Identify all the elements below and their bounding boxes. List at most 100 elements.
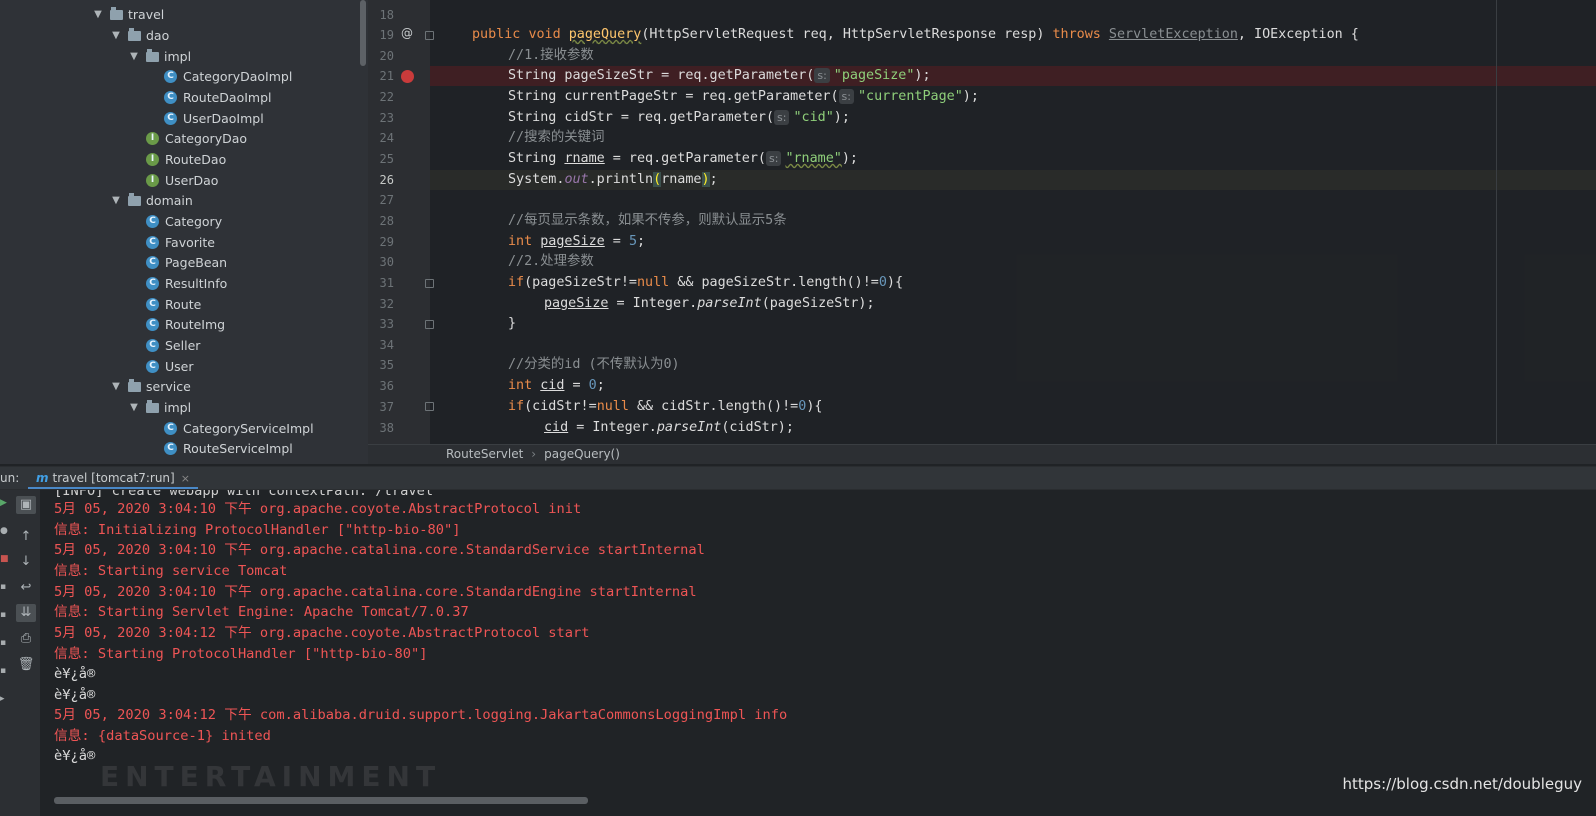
settings-icon[interactable]: ▪ [0, 666, 8, 676]
stop-icon[interactable]: ■ [0, 554, 9, 564]
line-number: 34 [379, 338, 394, 352]
arrow-down-icon[interactable]: ↓ [16, 553, 36, 571]
console-line: 5月 05, 2020 3:04:12 下午 org.apache.coyote… [54, 625, 590, 641]
restore-icon[interactable]: ▪ [0, 582, 8, 592]
tree-node-routeimg[interactable]: C RouteImg [146, 314, 225, 335]
console-line: 信息: Starting ProtocolHandler ["http-bio-… [54, 646, 428, 662]
tree-node-route[interactable]: C Route [146, 294, 201, 315]
tree-label: CategoryDaoImpl [183, 69, 293, 84]
tree-node-domain[interactable]: ▼ domain [110, 190, 193, 211]
run-tab-travel[interactable]: m travel [tomcat7:run] × [28, 467, 198, 489]
tree-node-seller[interactable]: C Seller [146, 335, 200, 356]
code-line-35[interactable]: //分类的id (不传默认为0) [508, 355, 680, 375]
close-panel-icon[interactable]: ▸ [0, 694, 8, 704]
code-line-19[interactable]: public void pageQuery(HttpServletRequest… [472, 25, 1359, 45]
code-line-23[interactable]: String cidStr = req.getParameter(s: "cid"… [508, 108, 850, 128]
debug-icon[interactable]: ● [0, 526, 8, 536]
console-view-icon[interactable]: ▣ [16, 496, 36, 514]
class-icon: C [164, 91, 177, 104]
tree-node-service[interactable]: ▼ service [110, 376, 191, 397]
close-icon[interactable]: × [181, 472, 190, 485]
code-line-22[interactable]: String currentPageStr = req.getParameter… [508, 87, 979, 107]
class-icon: C [146, 298, 159, 311]
tree-label: Seller [165, 338, 201, 353]
console-line: è¥¿å® [54, 687, 96, 703]
tree-node-resultinfo[interactable]: C ResultInfo [146, 273, 227, 294]
interface-icon: I [146, 132, 159, 145]
code-line-21[interactable]: String pageSizeStr = req.getParameter(s:… [508, 66, 931, 86]
chevron-down-icon[interactable]: ▼ [110, 190, 122, 211]
chevron-down-icon[interactable]: ▼ [110, 25, 122, 46]
tree-node-userdao[interactable]: I UserDao [146, 170, 218, 191]
chevron-down-icon[interactable]: ▼ [110, 376, 122, 397]
tree-node-categorydao[interactable]: I CategoryDao [146, 128, 247, 149]
arrow-up-icon[interactable]: ↑ [16, 528, 36, 546]
chevron-down-icon[interactable]: ▼ [128, 46, 140, 67]
tree-node-service-impl[interactable]: ▼ impl [128, 397, 191, 418]
param-hint: s: [766, 151, 782, 166]
console-horizontal-scrollbar[interactable] [54, 797, 588, 804]
code-editor[interactable]: 18 19 20 21 22 23 24 25 26 27 28 29 30 3… [368, 0, 1596, 444]
tree-node-userdaoimpl[interactable]: C UserDaoImpl [164, 108, 264, 129]
soft-wrap-icon[interactable]: ↩ [16, 579, 36, 597]
pin-icon[interactable]: ▪ [0, 610, 8, 620]
tree-label: RouteImg [165, 317, 226, 332]
code-line-30[interactable]: //2.处理参数 [508, 252, 594, 272]
tree-node-user[interactable]: C User [146, 356, 194, 377]
fold-marker-icon[interactable] [425, 31, 434, 40]
trash-icon[interactable]: 🗑 [16, 656, 36, 674]
tree-node-routedaoimpl[interactable]: C RouteDaoImpl [164, 87, 272, 108]
fold-marker-icon[interactable] [425, 279, 434, 288]
layout-icon[interactable]: ▪ [0, 638, 8, 648]
tree-scrollbar[interactable] [360, 0, 366, 66]
code-line-25[interactable]: String rname = req.getParameter(s: "rname… [508, 149, 858, 169]
tree-node-routeserviceimpl[interactable]: C RouteServiceImpl [164, 438, 293, 459]
editor-gutter[interactable]: 18 19 20 21 22 23 24 25 26 27 28 29 30 3… [368, 0, 434, 444]
code-line-26[interactable]: System.out.println(rname); [508, 170, 718, 190]
tree-node-categoryserviceimpl[interactable]: C CategoryServiceImpl [164, 418, 314, 439]
tree-node-travel[interactable]: ▼ travel [92, 4, 164, 25]
line-number: 27 [379, 193, 394, 207]
tree-node-category[interactable]: C Category [146, 211, 222, 232]
tree-label: travel [128, 7, 165, 22]
tree-node-categorydaoimpl[interactable]: C CategoryDaoImpl [164, 66, 292, 87]
print-icon[interactable]: ⎙ [16, 630, 36, 648]
breadcrumb-method[interactable]: pageQuery() [544, 447, 620, 461]
tree-label: impl [164, 49, 192, 64]
code-line-29[interactable]: int pageSize = 5; [508, 232, 645, 252]
tree-node-dao[interactable]: ▼ dao [110, 25, 169, 46]
tree-label: RouteServiceImpl [183, 441, 293, 456]
tree-label: UserDaoImpl [183, 111, 264, 126]
override-marker-icon[interactable]: @ [401, 26, 413, 40]
line-number: 28 [379, 214, 394, 228]
chevron-down-icon[interactable]: ▼ [92, 4, 104, 25]
fold-marker-icon[interactable] [425, 320, 434, 329]
code-line-20[interactable]: //1.接收参数 [508, 46, 594, 66]
fold-marker-icon[interactable] [425, 402, 434, 411]
tree-node-favorite[interactable]: C Favorite [146, 232, 215, 253]
class-icon: C [164, 422, 177, 435]
tree-label: service [146, 379, 191, 394]
chevron-down-icon[interactable]: ▼ [128, 397, 140, 418]
tree-label: UserDao [165, 173, 219, 188]
code-line-36[interactable]: int cid = 0; [508, 376, 605, 396]
line-number: 21 [379, 69, 394, 83]
tree-node-routedao[interactable]: I RouteDao [146, 149, 226, 170]
code-line-37[interactable]: if(cidStr!=null && cidStr.length()!=0){ [508, 397, 822, 417]
tree-node-dao-impl[interactable]: ▼ impl [128, 46, 191, 67]
code-line-33[interactable]: } [508, 314, 516, 334]
class-icon: C [146, 318, 159, 331]
breadcrumb: RouteServlet › pageQuery() [368, 444, 1596, 464]
code-line-38[interactable]: cid = Integer.parseInt(cidStr); [544, 418, 794, 438]
line-number: 35 [379, 358, 394, 372]
code-line-24[interactable]: //搜索的关键词 [508, 128, 604, 148]
line-number: 20 [379, 49, 394, 63]
code-line-31[interactable]: if(pageSizeStr!=null && pageSizeStr.leng… [508, 273, 903, 293]
code-line-32[interactable]: pageSize = Integer.parseInt(pageSizeStr)… [544, 294, 875, 314]
rerun-icon[interactable]: ▶ [0, 498, 8, 508]
code-line-28[interactable]: //每页显示条数，如果不传参，则默认显示5条 [508, 211, 787, 231]
breadcrumb-class[interactable]: RouteServlet [446, 447, 523, 461]
breakpoint-icon[interactable] [401, 70, 414, 83]
tree-node-pagebean[interactable]: C PageBean [146, 252, 227, 273]
scroll-to-end-icon[interactable]: ⇊ [16, 604, 36, 622]
